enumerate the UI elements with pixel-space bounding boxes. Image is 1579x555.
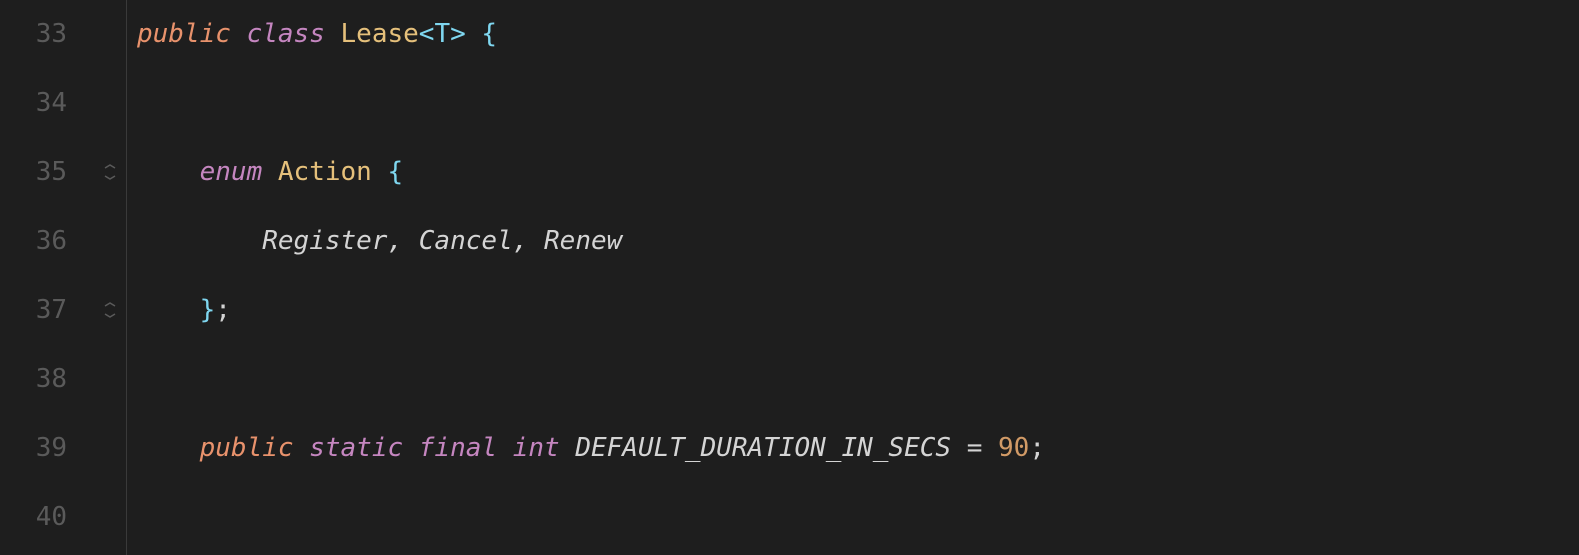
fold-column bbox=[95, 0, 127, 555]
keyword-final: final bbox=[419, 433, 497, 463]
code-line[interactable]: enum Action { bbox=[137, 138, 1579, 207]
semicolon: ; bbox=[215, 295, 231, 325]
code-editor[interactable]: 33 34 35 36 37 38 39 40 public class Lea… bbox=[0, 0, 1579, 555]
line-number: 33 bbox=[0, 0, 67, 69]
line-number: 35 bbox=[0, 138, 67, 207]
keyword-public: public bbox=[200, 433, 294, 463]
enum-value: Register bbox=[262, 226, 387, 256]
line-number: 37 bbox=[0, 276, 67, 345]
keyword-static: static bbox=[309, 433, 403, 463]
code-line[interactable]: public static final int DEFAULT_DURATION… bbox=[137, 414, 1579, 483]
semicolon: ; bbox=[1029, 433, 1045, 463]
line-number: 40 bbox=[0, 483, 67, 552]
comma: , bbox=[513, 226, 529, 256]
code-area[interactable]: public class Lease<T> { enum Action { Re… bbox=[137, 0, 1579, 555]
code-line[interactable]: }; bbox=[137, 276, 1579, 345]
enum-value: Renew bbox=[544, 226, 622, 256]
line-number: 39 bbox=[0, 414, 67, 483]
keyword-class: class bbox=[247, 19, 325, 49]
operator-equals: = bbox=[967, 433, 983, 463]
brace-close: } bbox=[200, 295, 216, 325]
code-line[interactable] bbox=[137, 69, 1579, 138]
constant-name: DEFAULT_DURATION_IN_SECS bbox=[575, 433, 951, 463]
line-number: 36 bbox=[0, 207, 67, 276]
code-line[interactable] bbox=[137, 483, 1579, 552]
keyword-public: public bbox=[137, 19, 231, 49]
generic-param: <T> bbox=[419, 19, 466, 49]
line-number: 34 bbox=[0, 69, 67, 138]
fold-marker-icon[interactable] bbox=[101, 164, 119, 182]
brace-open: { bbox=[481, 19, 497, 49]
keyword-enum: enum bbox=[200, 157, 263, 187]
line-number-gutter: 33 34 35 36 37 38 39 40 bbox=[0, 0, 95, 555]
line-number: 38 bbox=[0, 345, 67, 414]
enum-value: Cancel bbox=[419, 226, 513, 256]
fold-marker-icon[interactable] bbox=[101, 302, 119, 320]
enum-name: Action bbox=[278, 157, 372, 187]
keyword-int: int bbox=[513, 433, 560, 463]
brace-open: { bbox=[387, 157, 403, 187]
code-line[interactable] bbox=[137, 345, 1579, 414]
comma: , bbox=[387, 226, 403, 256]
number-literal: 90 bbox=[998, 433, 1029, 463]
class-name: Lease bbox=[341, 19, 419, 49]
code-line[interactable]: Register, Cancel, Renew bbox=[137, 207, 1579, 276]
code-line[interactable]: public class Lease<T> { bbox=[137, 0, 1579, 69]
